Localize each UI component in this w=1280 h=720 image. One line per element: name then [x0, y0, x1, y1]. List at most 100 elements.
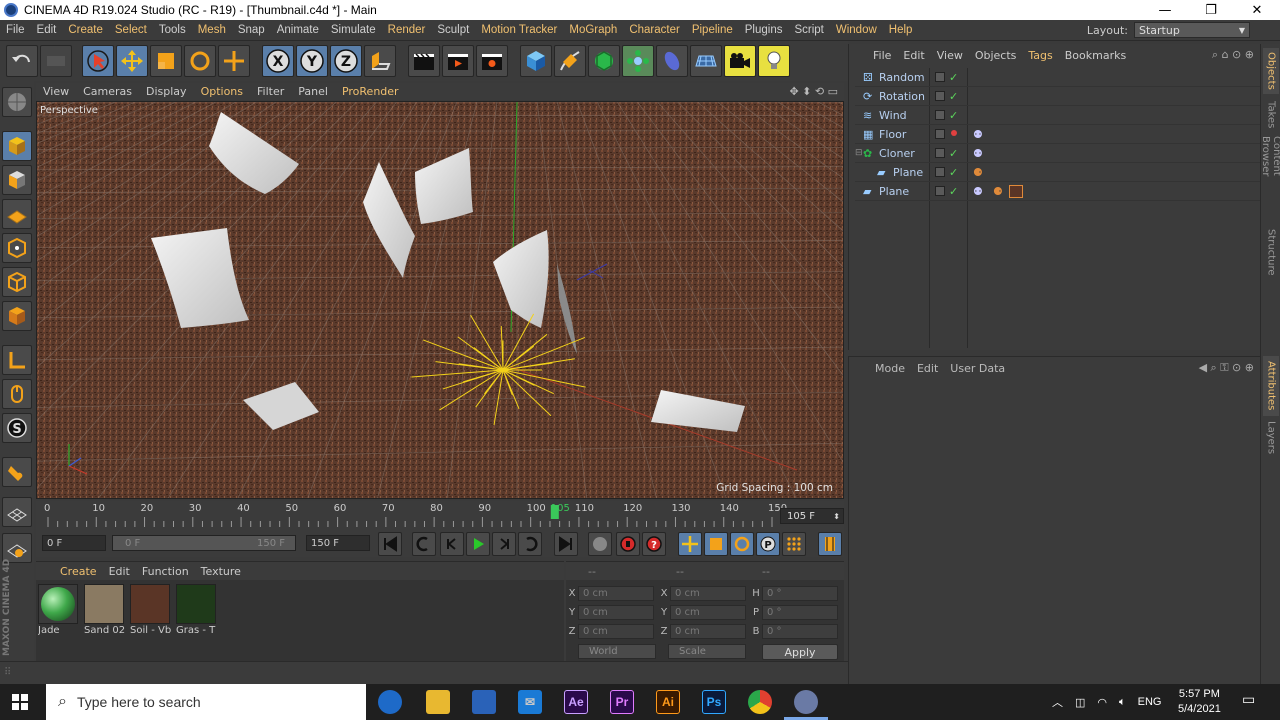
- record-active-button[interactable]: [588, 532, 612, 556]
- visibility-toggle[interactable]: [935, 129, 945, 139]
- vp-menu-display[interactable]: Display: [139, 85, 194, 98]
- coordinate-system-button[interactable]: [364, 45, 396, 77]
- tag-icon[interactable]: ⚉: [973, 185, 983, 198]
- vp-menu-filter[interactable]: Filter: [250, 85, 291, 98]
- undo-button[interactable]: [6, 45, 38, 77]
- key-pla-button[interactable]: [782, 532, 806, 556]
- taskbar-search-box[interactable]: ⌕ Type here to search: [46, 684, 366, 720]
- object-row-floor[interactable]: ▦ Floor ⚉: [855, 125, 1260, 144]
- illustrator-icon[interactable]: Ai: [656, 690, 680, 714]
- polygons-mode-button[interactable]: [2, 301, 32, 331]
- go-to-start-button[interactable]: [378, 532, 402, 556]
- vp-menu-options[interactable]: Options: [194, 85, 250, 98]
- y-axis-button[interactable]: Y: [296, 45, 328, 77]
- rotation-h-field[interactable]: 0 °: [762, 585, 838, 601]
- size-mode-dropdown[interactable]: Scale: [668, 644, 746, 659]
- visibility-toggle[interactable]: [935, 91, 945, 101]
- render-settings-button[interactable]: [476, 45, 508, 77]
- disabled-dot-icon[interactable]: [951, 130, 957, 136]
- workplane-lock-button[interactable]: [2, 497, 32, 527]
- timeline-ruler[interactable]: 0 10 20 30 40 50 60 70 80 90 100 105 110 120 130 140 150: [36, 501, 844, 531]
- rotation-b-field[interactable]: 0 °: [762, 623, 838, 639]
- menu-plugins[interactable]: Plugins: [739, 24, 789, 36]
- mat-menu-edit[interactable]: Edit: [103, 565, 136, 578]
- photoshop-icon[interactable]: Ps: [702, 690, 726, 714]
- cube-primitive-button[interactable]: [520, 45, 552, 77]
- key-position-button[interactable]: [678, 532, 702, 556]
- position-x-field[interactable]: 0 cm: [578, 585, 654, 601]
- object-row-rotation[interactable]: ⟳ Rotation ✓: [855, 87, 1260, 106]
- rotate-tool-button[interactable]: [184, 45, 216, 77]
- floor-button[interactable]: [690, 45, 722, 77]
- edges-mode-button[interactable]: [2, 267, 32, 297]
- object-row-cloner-plane[interactable]: ▰ Plane ✓ ⚈: [855, 163, 1260, 182]
- windows-start-icon[interactable]: [12, 694, 28, 710]
- object-row-wind[interactable]: ≋ Wind ✓: [855, 106, 1260, 125]
- vp-menu-cameras[interactable]: Cameras: [76, 85, 139, 98]
- object-row-random[interactable]: ⚄ Random ✓: [855, 68, 1260, 87]
- start-frame-field[interactable]: 0 F: [42, 535, 106, 551]
- vp-menu-view[interactable]: View: [36, 85, 76, 98]
- tab-layers[interactable]: Layers: [1263, 420, 1279, 456]
- attr-nav-icons[interactable]: ◀ ⌕ ⚿ ⊙ ⊕: [1199, 361, 1260, 375]
- menu-character[interactable]: Character: [623, 24, 686, 36]
- z-axis-button[interactable]: Z: [330, 45, 362, 77]
- key-parameter-button[interactable]: P: [756, 532, 780, 556]
- close-button[interactable]: ✕: [1234, 0, 1280, 20]
- material-jade[interactable]: Jade: [38, 584, 80, 638]
- axis-mode-button[interactable]: [2, 345, 32, 375]
- obj-menu-view[interactable]: View: [931, 49, 969, 62]
- record-button[interactable]: [616, 532, 640, 556]
- apply-button[interactable]: Apply: [762, 644, 838, 660]
- enabled-check-icon[interactable]: ✓: [949, 109, 958, 122]
- tab-objects[interactable]: Objects: [1263, 48, 1279, 94]
- network-icon[interactable]: ◫: [1075, 696, 1085, 709]
- render-view-button[interactable]: [408, 45, 440, 77]
- snap-button[interactable]: S: [2, 413, 32, 443]
- obj-menu-tags[interactable]: Tags: [1022, 49, 1058, 62]
- file-explorer-icon[interactable]: [426, 690, 450, 714]
- visibility-toggle[interactable]: [935, 72, 945, 82]
- x-axis-button[interactable]: X: [262, 45, 294, 77]
- make-editable-button[interactable]: [2, 87, 32, 117]
- key-rotation-button[interactable]: [730, 532, 754, 556]
- minimize-button[interactable]: —: [1142, 0, 1188, 20]
- preview-range-slider[interactable]: 0 F 150 F: [112, 535, 296, 551]
- visibility-toggle[interactable]: [935, 110, 945, 120]
- play-button[interactable]: [466, 532, 490, 556]
- deformer-button[interactable]: [656, 45, 688, 77]
- menu-file[interactable]: File: [0, 24, 31, 36]
- previous-frame-button[interactable]: [440, 532, 464, 556]
- material-soil[interactable]: Soil - Vb: [130, 584, 172, 638]
- next-key-button[interactable]: [518, 532, 542, 556]
- material-tag-swatch[interactable]: [1009, 185, 1023, 198]
- cloner-button[interactable]: [622, 45, 654, 77]
- magnet-button[interactable]: [2, 457, 32, 487]
- menu-window[interactable]: Window: [830, 24, 883, 36]
- redo-button[interactable]: [40, 45, 72, 77]
- cinema4d-taskbar-icon[interactable]: [794, 690, 818, 714]
- chrome-icon[interactable]: [748, 690, 772, 714]
- after-effects-icon[interactable]: Ae: [564, 690, 588, 714]
- tweak-mode-button[interactable]: [2, 379, 32, 409]
- menu-animate[interactable]: Animate: [271, 24, 325, 36]
- tab-attributes[interactable]: Attributes: [1263, 356, 1279, 416]
- obj-menu-bookmarks[interactable]: Bookmarks: [1059, 49, 1132, 62]
- previous-key-button[interactable]: [412, 532, 436, 556]
- object-row-cloner[interactable]: ⊟ ✿ Cloner ✓ ⚉: [855, 144, 1260, 163]
- material-grass[interactable]: Gras - T: [176, 584, 218, 638]
- mat-menu-create[interactable]: Create: [36, 565, 103, 578]
- obj-search-icons[interactable]: ⌕ ⌂ ⊙ ⊕: [1212, 48, 1260, 62]
- enabled-check-icon[interactable]: ✓: [949, 71, 958, 84]
- maximize-button[interactable]: ❐: [1188, 0, 1234, 20]
- next-frame-button[interactable]: [492, 532, 516, 556]
- points-mode-button[interactable]: [2, 233, 32, 263]
- scale-tool-button[interactable]: [150, 45, 182, 77]
- go-to-end-button[interactable]: [554, 532, 578, 556]
- chevron-up-icon[interactable]: ︿: [1052, 694, 1063, 710]
- menu-create[interactable]: Create: [62, 24, 109, 36]
- layout-dropdown[interactable]: Startup ▼: [1134, 22, 1250, 38]
- position-z-field[interactable]: 0 cm: [578, 623, 654, 639]
- menu-snap[interactable]: Snap: [232, 24, 271, 36]
- visibility-toggle[interactable]: [935, 148, 945, 158]
